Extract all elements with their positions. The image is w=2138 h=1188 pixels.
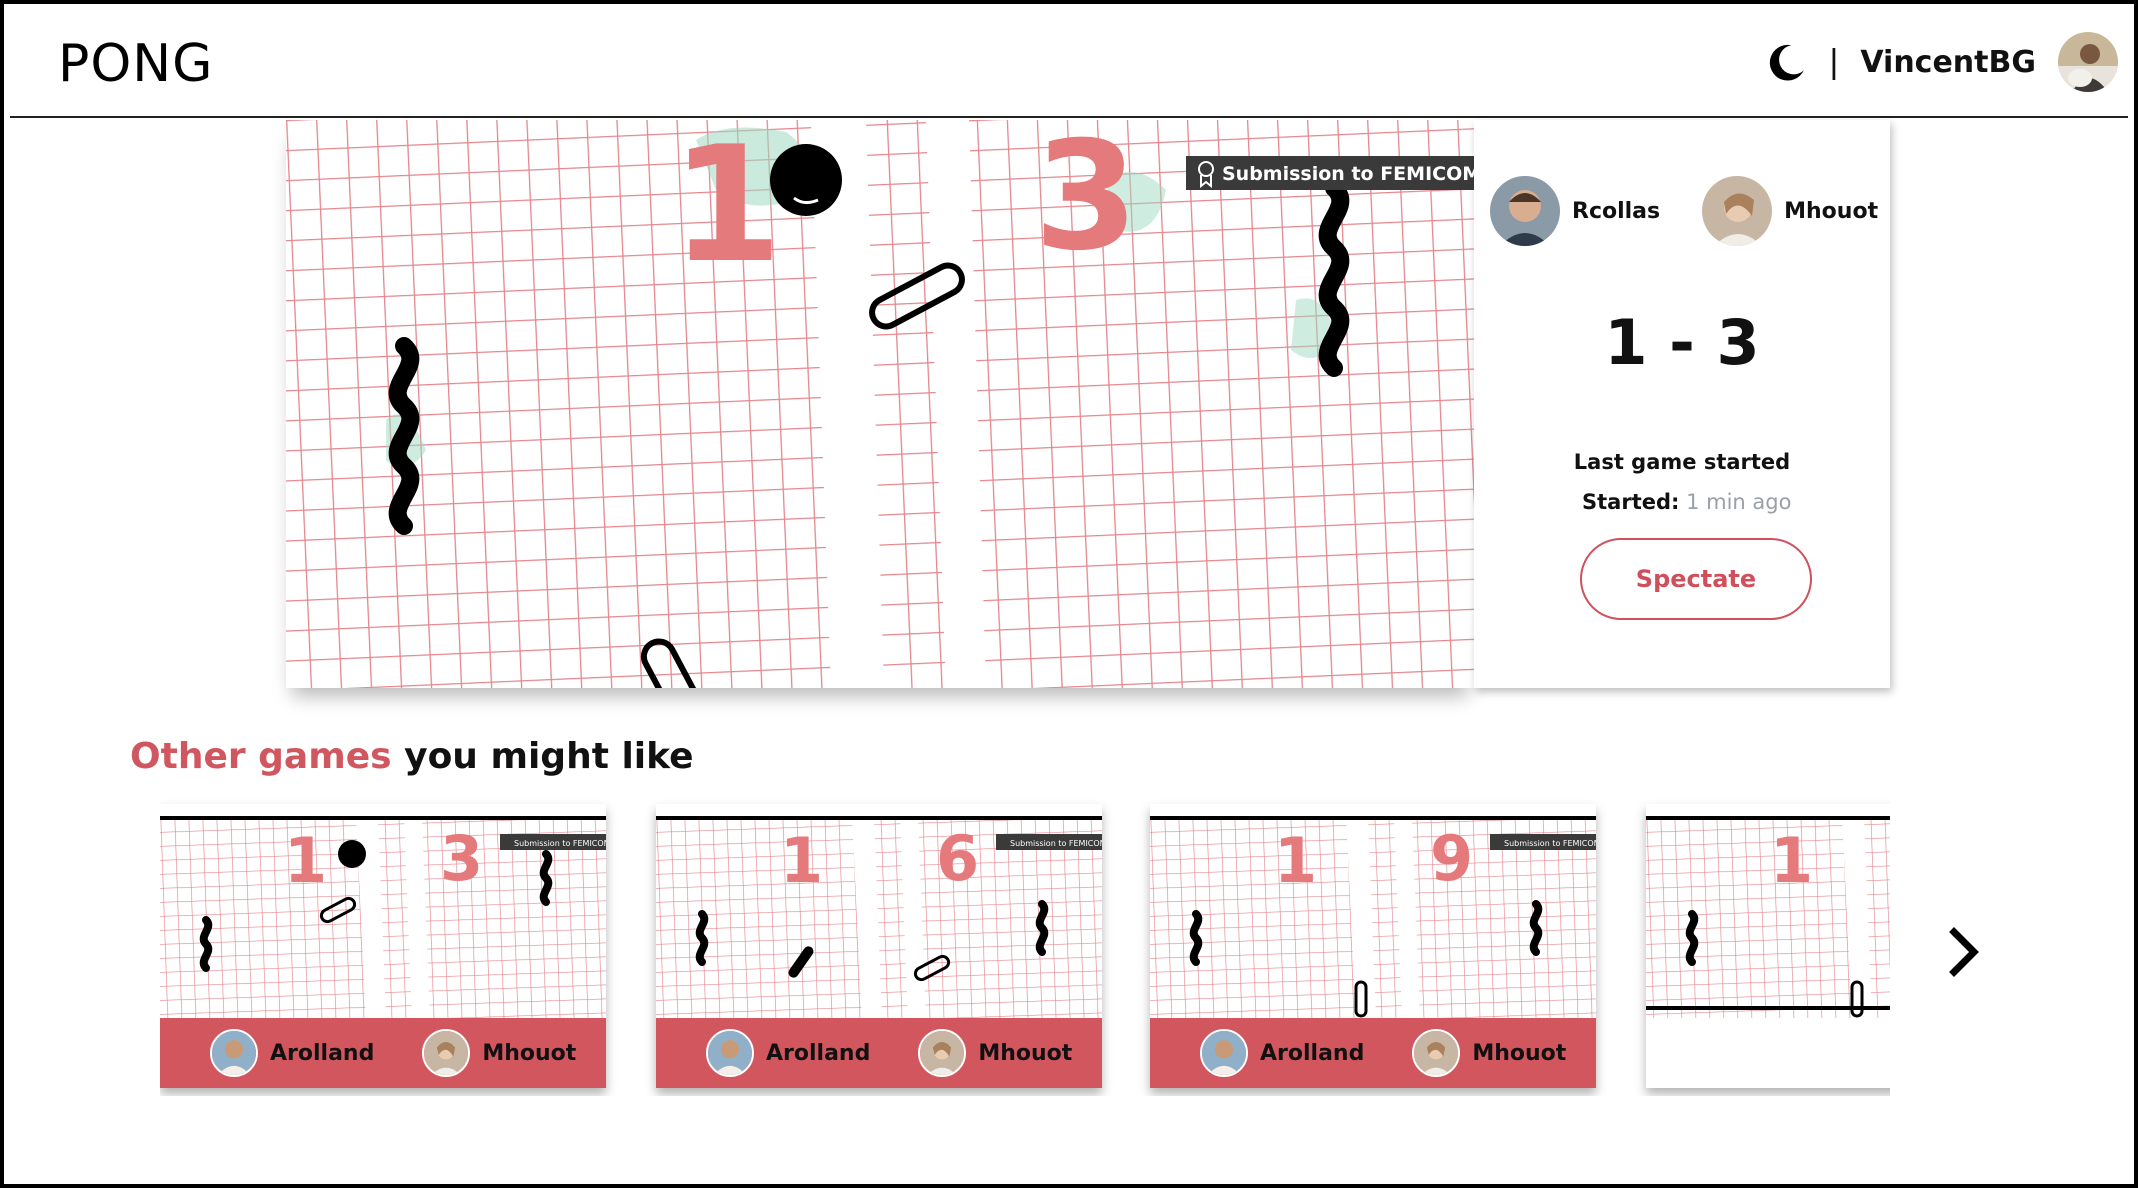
game-canvas: 1 3 Submission to FEMICOM Ga xyxy=(286,120,1474,688)
header-separator: | xyxy=(1829,42,1839,81)
card-player-right[interactable]: Mhouot xyxy=(918,1029,1072,1077)
game-info-card: Rcollas Mhouot 1 - 3 Last game started S… xyxy=(1474,120,1890,688)
card-thumbnail[interactable]: 1 6 Submission to FEMICOM Ga xyxy=(656,804,1102,1018)
top-bar: PONG | VincentBG xyxy=(10,4,2128,118)
card-banner: Submission to FEMICOM Ga xyxy=(1010,839,1102,848)
player1-avatar[interactable] xyxy=(1490,176,1560,246)
started-label: Started: xyxy=(1582,490,1680,514)
card-player-left[interactable]: Arolland xyxy=(1200,1029,1364,1077)
left-paddle xyxy=(199,916,213,972)
player1-name: Rcollas xyxy=(1572,198,1661,224)
app-logo[interactable]: PONG xyxy=(58,34,213,94)
card-player2-name: Mhouot xyxy=(482,1040,577,1066)
moon-icon[interactable] xyxy=(1766,41,1808,83)
card-banner: Submission to FEMICOM Ga xyxy=(514,839,606,848)
right-paddle xyxy=(1035,900,1049,956)
card-score-right: 9 xyxy=(1430,822,1473,895)
card-player1-name: Arolland xyxy=(1260,1040,1365,1066)
card-player2-name: Mhouot xyxy=(1472,1040,1567,1066)
spectate-button[interactable]: Spectate xyxy=(1580,538,1812,620)
live-game-view[interactable]: 1 3 Submission to FEMICOM Ga xyxy=(286,120,1474,688)
card-banner: Submission to FEMICOM Ga xyxy=(1504,839,1596,848)
card-players-bar: Arolland Mhouot xyxy=(656,1018,1102,1088)
match-score: 1 - 3 xyxy=(1604,306,1760,379)
player2-avatar[interactable] xyxy=(1702,176,1773,246)
left-paddle xyxy=(1685,910,1699,966)
card-thumbnail[interactable]: 1 9 Submission to FEMICOM Ga xyxy=(1150,804,1596,1018)
section-title-rest: you might like xyxy=(391,736,694,777)
player-left[interactable]: Rcollas xyxy=(1490,176,1660,246)
submission-banner: Submission to FEMICOM Ga xyxy=(1222,163,1474,185)
ball xyxy=(770,144,842,216)
card-score-left: 1 xyxy=(780,824,823,897)
card-player2-avatar[interactable] xyxy=(422,1029,471,1077)
player-right[interactable]: Mhouot xyxy=(1702,176,1878,246)
games-carousel: 1 3 Submission to FEMICOM Ga Arolland xyxy=(160,796,1890,1096)
game-card[interactable]: 1 xyxy=(1646,804,1890,1088)
left-paddle xyxy=(695,910,709,966)
game-card[interactable]: 1 3 Submission to FEMICOM Ga Arolland xyxy=(160,804,606,1088)
left-paddle xyxy=(1189,910,1203,966)
user-area: | VincentBG xyxy=(1766,30,2118,94)
card-player-right[interactable]: Mhouot xyxy=(422,1029,576,1077)
players-row: Rcollas Mhouot xyxy=(1490,176,1878,246)
right-paddle xyxy=(539,850,553,906)
player2-name: Mhouot xyxy=(1784,198,1879,224)
game-card[interactable]: 1 6 Submission to FEMICOM Ga Arolland xyxy=(656,804,1102,1088)
started-time: Started: 1 min ago xyxy=(1582,490,1791,514)
username[interactable]: VincentBG xyxy=(1860,45,2036,80)
game-status: Last game started xyxy=(1573,450,1791,474)
right-paddle xyxy=(1318,179,1350,377)
ball xyxy=(338,840,366,868)
card-thumbnail[interactable]: 1 xyxy=(1646,804,1890,1018)
chevron-right-icon[interactable] xyxy=(1944,924,1984,980)
card-player1-name: Arolland xyxy=(766,1040,871,1066)
game-card[interactable]: 1 9 Submission to FEMICOM Ga Arolland xyxy=(1150,804,1596,1088)
card-score-right: 6 xyxy=(936,822,979,895)
card-player2-avatar[interactable] xyxy=(1412,1029,1461,1077)
card-score-left: 1 xyxy=(1770,824,1813,897)
card-player-right[interactable]: Mhouot xyxy=(1412,1029,1566,1077)
card-player1-name: Arolland xyxy=(270,1040,375,1066)
card-player1-avatar[interactable] xyxy=(706,1029,754,1077)
card-score-left: 1 xyxy=(284,824,327,897)
section-title-accent: Other games xyxy=(130,736,392,777)
card-thumbnail[interactable]: 1 3 Submission to FEMICOM Ga xyxy=(160,804,606,1018)
card-player2-avatar[interactable] xyxy=(918,1029,967,1077)
right-paddle xyxy=(1529,900,1543,956)
card-score-right: 3 xyxy=(440,822,483,895)
started-value: 1 min ago xyxy=(1686,490,1792,514)
card-player-left[interactable]: Arolland xyxy=(210,1029,374,1077)
section-title: Other games you might like xyxy=(130,736,694,777)
score-left-digit: 1 xyxy=(671,120,782,298)
user-avatar[interactable] xyxy=(2058,32,2118,92)
card-player-left[interactable]: Arolland xyxy=(706,1029,870,1077)
card-players-bar: Arolland Mhouot xyxy=(160,1018,606,1088)
left-paddle xyxy=(388,337,420,535)
card-players-bar: Arolland Mhouot xyxy=(1150,1018,1596,1088)
card-score-left: 1 xyxy=(1274,824,1317,897)
card-player1-avatar[interactable] xyxy=(1200,1029,1248,1077)
score-right-digit: 3 xyxy=(1034,120,1138,284)
card-player2-name: Mhouot xyxy=(978,1040,1073,1066)
card-player1-avatar[interactable] xyxy=(210,1029,258,1077)
